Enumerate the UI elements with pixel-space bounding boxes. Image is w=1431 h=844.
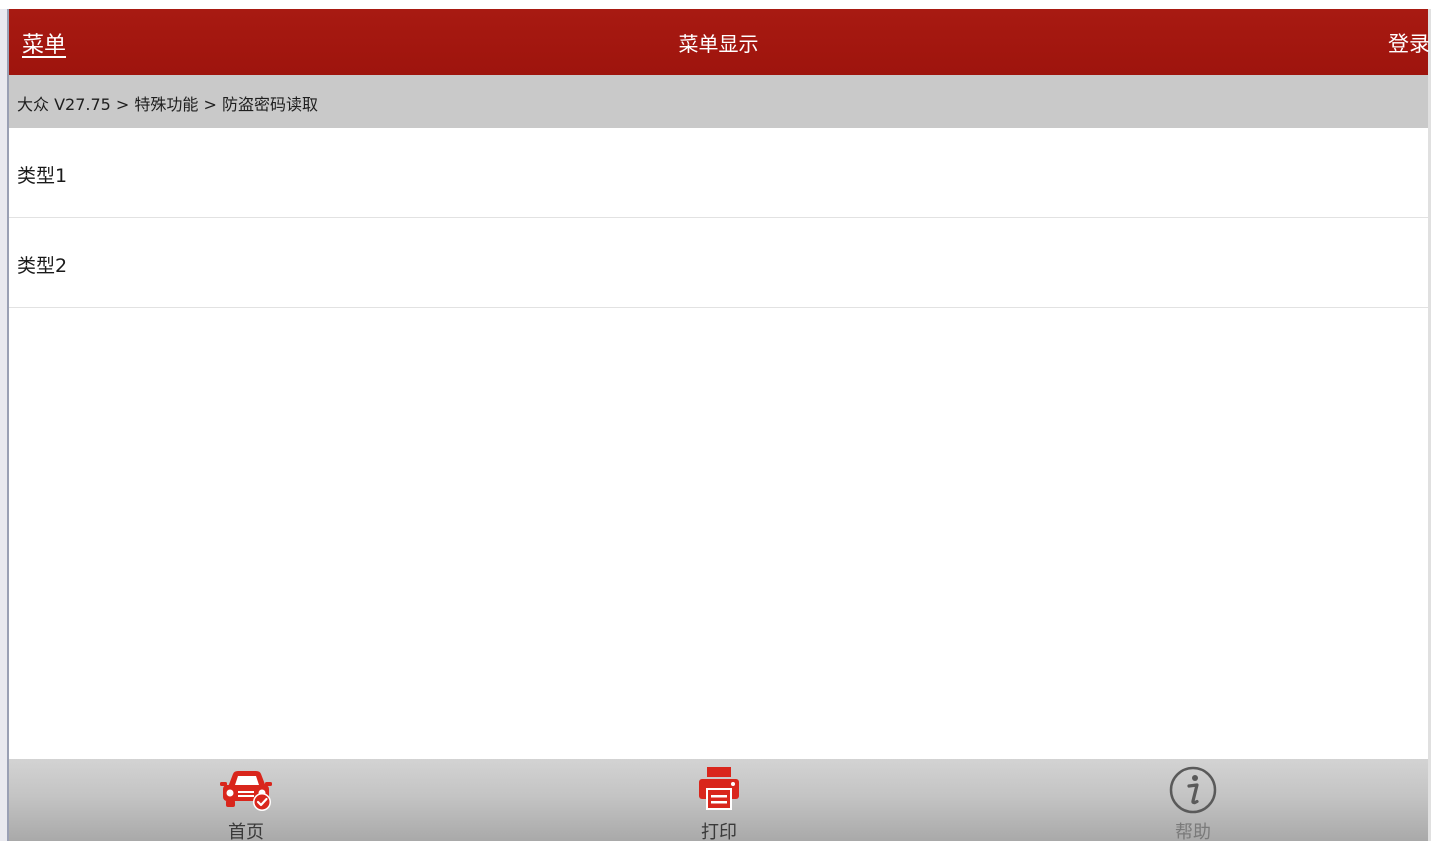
- list-item-label: 类型1: [17, 165, 68, 187]
- help-button[interactable]: 帮助: [1093, 759, 1293, 843]
- breadcrumb-text: 大众 V27.75 > 特殊功能 > 防盗密码读取: [17, 95, 318, 114]
- printer-icon: [697, 765, 741, 817]
- info-icon: [1168, 765, 1218, 819]
- breadcrumb: 大众 V27.75 > 特殊功能 > 防盗密码读取: [9, 75, 1428, 128]
- page-title: 菜单显示: [678, 32, 759, 56]
- top-bar: 菜单 菜单显示 登录: [9, 9, 1430, 75]
- document-caption-fragment: [0, 0, 1431, 9]
- home-label: 首页: [228, 822, 264, 843]
- car-check-icon: [218, 765, 274, 817]
- home-button[interactable]: 首页: [146, 759, 346, 843]
- menu-list: 类型1 类型2: [9, 128, 1428, 308]
- print-button[interactable]: 打印: [619, 759, 819, 843]
- list-item-type-1[interactable]: 类型1: [9, 128, 1428, 218]
- list-item-label: 类型2: [17, 255, 68, 277]
- window-left-border: [0, 9, 9, 841]
- list-item-type-2[interactable]: 类型2: [9, 218, 1428, 308]
- help-label: 帮助: [1175, 822, 1211, 843]
- login-button[interactable]: 登录: [1388, 28, 1430, 58]
- bottom-toolbar: 首页 打印 帮助: [9, 759, 1428, 843]
- print-label: 打印: [701, 822, 737, 843]
